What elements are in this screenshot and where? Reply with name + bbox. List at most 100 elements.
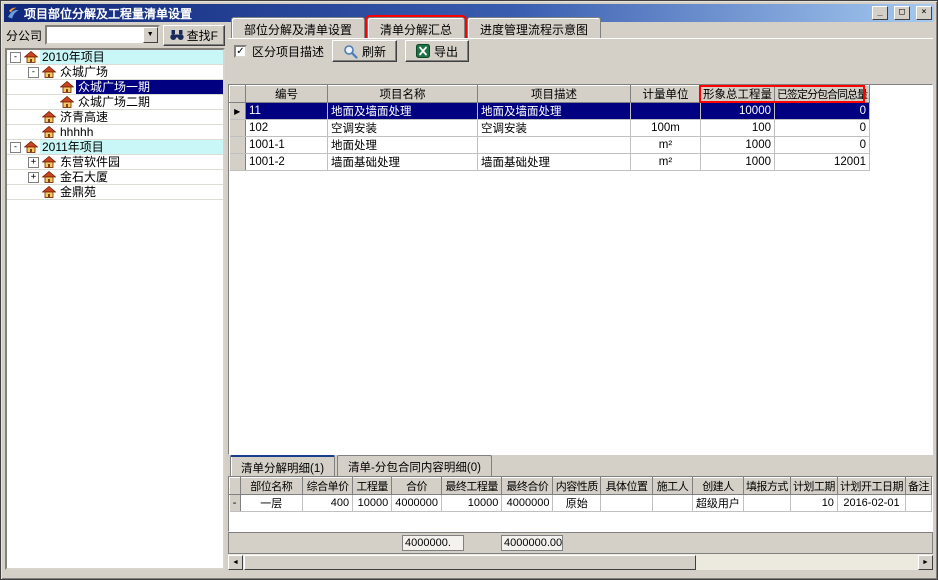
col-header-final-amount[interactable]: 最终合价 (502, 478, 553, 495)
cell-name[interactable]: 墙面基础处理 (328, 154, 478, 171)
col-header-part[interactable]: 部位名称 (240, 478, 302, 495)
tree-item-jiqing-highway[interactable]: 济青高速 (7, 110, 223, 125)
cell-unit-price[interactable]: 400 (303, 495, 353, 512)
tree-item-zhongcheng-plaza-phase1[interactable]: 众城广场一期 (7, 80, 223, 95)
cell-total-qty[interactable]: 10000 (701, 103, 775, 120)
expand-icon[interactable]: + (28, 157, 39, 168)
col-header-desc[interactable]: 项目描述 (478, 86, 631, 103)
cell-remark[interactable] (906, 495, 932, 512)
cell-unit[interactable]: m² (631, 154, 701, 171)
collapse-icon[interactable]: - (10, 52, 21, 63)
col-header-subcontract-qty[interactable]: 已签定分包合同总量 (775, 86, 870, 103)
horizontal-scrollbar[interactable]: ◄ ► (228, 553, 933, 570)
cell-location[interactable] (601, 495, 653, 512)
tab-list-breakdown-detail[interactable]: 清单分解明细(1) (230, 455, 335, 476)
cell-plan-days[interactable]: 10 (790, 495, 837, 512)
cell-unit[interactable]: m² (631, 137, 701, 154)
table-row-selected[interactable]: ▶ 11 地面及墙面处理 地面及墙面处理 10000 0 (230, 103, 870, 120)
col-header-remark[interactable]: 备注 (906, 478, 932, 495)
col-header-name[interactable]: 项目名称 (328, 86, 478, 103)
tree-item-2011-projects[interactable]: - 2011年项目 (7, 140, 223, 155)
table-row[interactable]: 1001-2 墙面基础处理 墙面基础处理 m² 1000 12001 (230, 154, 870, 171)
collapse-icon[interactable]: - (28, 67, 39, 78)
tree-item-dongying-software-park[interactable]: + 东营软件园 (7, 155, 223, 170)
cell-amount[interactable]: 4000000 (392, 495, 442, 512)
col-header-creator[interactable]: 创建人 (692, 478, 743, 495)
tab-progress-flow-diagram[interactable]: 进度管理流程示意图 (467, 17, 601, 38)
cell-total-qty[interactable]: 100 (701, 120, 775, 137)
cell-final-qty[interactable]: 10000 (442, 495, 502, 512)
col-header-location[interactable]: 具体位置 (601, 478, 653, 495)
tree-item-zhongcheng-plaza-phase2[interactable]: 众城广场二期 (7, 95, 223, 110)
cell-subcontract-qty[interactable]: 12001 (775, 154, 870, 171)
cell-code[interactable]: 1001-2 (246, 154, 328, 171)
table-row[interactable]: 102 空调安装 空调安装 100m 100 0 (230, 120, 870, 137)
col-header-plan-days[interactable]: 计划工期 (790, 478, 837, 495)
col-header-unit[interactable]: 计量单位 (631, 86, 701, 103)
detail-section: 清单分解明细(1) 清单-分包合同内容明细(0) (228, 455, 933, 570)
row-selector[interactable] (230, 120, 246, 137)
cell-desc[interactable]: 地面及墙面处理 (478, 103, 631, 120)
row-selector[interactable] (230, 137, 246, 154)
cell-fill-mode[interactable] (743, 495, 790, 512)
col-header-nature[interactable]: 内容性质 (553, 478, 601, 495)
scroll-right-icon[interactable]: ► (918, 555, 933, 570)
distinguish-description-checkbox[interactable]: ✓ 区分项目描述 (234, 43, 324, 60)
tree-item-2010-projects[interactable]: - 2010年项目 (7, 50, 223, 65)
branch-select[interactable]: ▼ (45, 25, 160, 45)
tree-item-hhhhh[interactable]: hhhhh (7, 125, 223, 140)
cell-code[interactable]: 102 (246, 120, 328, 137)
col-header-unit-price[interactable]: 综合单价 (303, 478, 353, 495)
collapse-row-icon[interactable]: - (230, 495, 241, 512)
detail-row[interactable]: - 一层 400 10000 4000000 10000 4000000 原始 (230, 495, 932, 512)
tree-item-jinshi-tower[interactable]: + 金石大厦 (7, 170, 223, 185)
cell-desc[interactable]: 墙面基础处理 (478, 154, 631, 171)
col-header-worker[interactable]: 施工人 (653, 478, 693, 495)
cell-code[interactable]: 11 (246, 103, 328, 120)
checkbox-check-icon[interactable]: ✓ (234, 45, 247, 58)
tab-list-breakdown-summary[interactable]: 清单分解汇总 (367, 17, 465, 38)
refresh-button[interactable]: 刷新 (332, 40, 397, 62)
cell-final-amount[interactable]: 4000000 (502, 495, 553, 512)
cell-creator[interactable]: 超级用户 (692, 495, 743, 512)
cell-subcontract-qty[interactable]: 0 (775, 120, 870, 137)
table-row[interactable]: 1001-1 地面处理 m² 1000 0 (230, 137, 870, 154)
cell-total-qty[interactable]: 1000 (701, 154, 775, 171)
house-icon (42, 186, 56, 198)
cell-desc[interactable]: 空调安装 (478, 120, 631, 137)
collapse-icon[interactable]: - (10, 142, 21, 153)
col-header-final-qty[interactable]: 最终工程量 (442, 478, 502, 495)
row-selector[interactable] (230, 154, 246, 171)
cell-part[interactable]: 一层 (240, 495, 302, 512)
tab-part-breakdown-settings[interactable]: 部位分解及清单设置 (231, 17, 365, 38)
cell-subcontract-qty[interactable]: 0 (775, 103, 870, 120)
col-header-fill-mode[interactable]: 填报方式 (743, 478, 790, 495)
col-header-code[interactable]: 编号 (246, 86, 328, 103)
export-button[interactable]: 导出 (405, 40, 469, 62)
find-button[interactable]: 查找F (163, 25, 225, 46)
cell-name[interactable]: 地面及墙面处理 (328, 103, 478, 120)
tab-subcontract-content-detail[interactable]: 清单-分包合同内容明细(0) (337, 455, 492, 476)
cell-total-qty[interactable]: 1000 (701, 137, 775, 154)
cell-unit[interactable] (631, 103, 701, 120)
cell-worker[interactable] (653, 495, 693, 512)
col-header-amount[interactable]: 合价 (392, 478, 442, 495)
tree-item-zhongcheng-plaza[interactable]: - 众城广场 (7, 65, 223, 80)
cell-unit[interactable]: 100m (631, 120, 701, 137)
cell-nature[interactable]: 原始 (553, 495, 601, 512)
cell-name[interactable]: 空调安装 (328, 120, 478, 137)
tree-item-jinding-garden[interactable]: 金鼎苑 (7, 185, 223, 200)
col-header-qty[interactable]: 工程量 (353, 478, 392, 495)
cell-code[interactable]: 1001-1 (246, 137, 328, 154)
scroll-left-icon[interactable]: ◄ (228, 555, 243, 570)
cell-subcontract-qty[interactable]: 0 (775, 137, 870, 154)
cell-plan-start[interactable]: 2016-02-01 (837, 495, 905, 512)
cell-desc[interactable] (478, 137, 631, 154)
expand-icon[interactable]: + (28, 172, 39, 183)
cell-name[interactable]: 地面处理 (328, 137, 478, 154)
cell-qty[interactable]: 10000 (353, 495, 392, 512)
chevron-down-icon[interactable]: ▼ (143, 27, 158, 43)
col-header-total-qty[interactable]: 形象总工程量 (701, 86, 775, 103)
scrollbar-thumb[interactable] (244, 555, 696, 570)
col-header-plan-start[interactable]: 计划开工日期 (837, 478, 905, 495)
